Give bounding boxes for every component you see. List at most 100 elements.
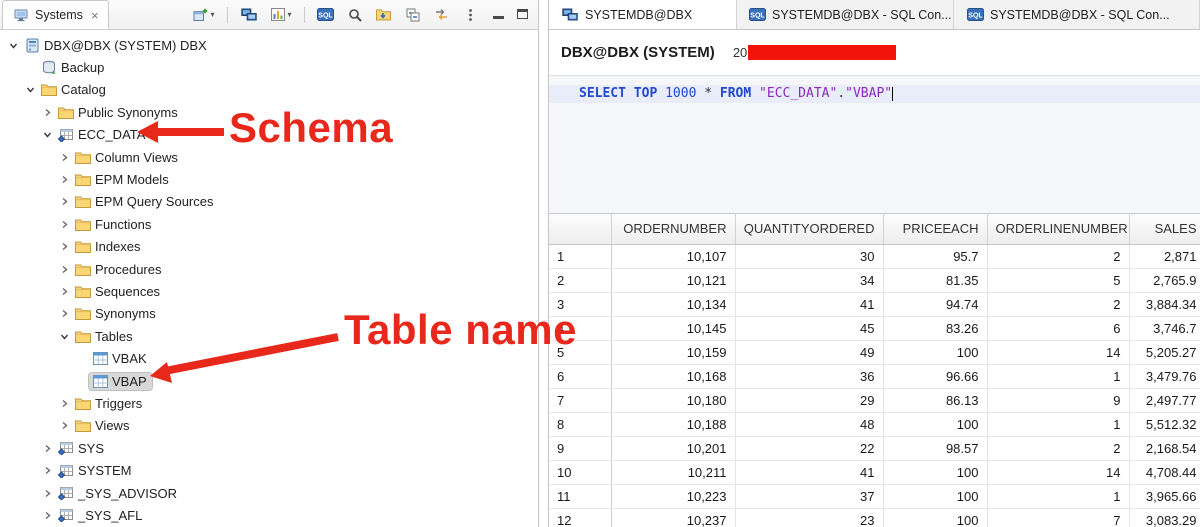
tree-item-backup[interactable]: Backup	[0, 56, 538, 78]
chevron-collapsed-icon[interactable]	[57, 309, 72, 318]
text-caret	[892, 87, 893, 101]
tree-item-public-synonyms[interactable]: Public Synonyms	[0, 101, 538, 123]
close-icon[interactable]: ×	[91, 8, 99, 23]
column-header-orderlinenumber[interactable]: ORDERLINENUMBER	[987, 214, 1129, 244]
chevron-collapsed-icon[interactable]	[57, 287, 72, 296]
tree-item-vbap[interactable]: VBAP	[0, 370, 538, 392]
import-button[interactable]	[374, 6, 394, 23]
editor-tab-1[interactable]: SYSTEMDB@DBX	[549, 0, 737, 29]
table-row[interactable]: 1210,2372310073,083.29	[549, 508, 1200, 527]
data-cell: 100	[883, 460, 987, 484]
chevron-collapsed-icon[interactable]	[40, 489, 55, 498]
tree-item-views[interactable]: Views	[0, 415, 538, 437]
tree-item-epm-query-sources[interactable]: EPM Query Sources	[0, 191, 538, 213]
editor-tab-label: SYSTEMDB@DBX - SQL Con...	[990, 8, 1170, 22]
chevron-collapsed-icon[interactable]	[57, 242, 72, 251]
chevron-collapsed-icon[interactable]	[40, 511, 55, 520]
system-monitor-button[interactable]: ▾	[268, 6, 293, 23]
minimize-button[interactable]	[493, 7, 504, 22]
link-with-editor-button[interactable]	[432, 6, 452, 23]
svg-text:SQL: SQL	[318, 13, 333, 20]
maximize-button[interactable]	[517, 7, 528, 22]
tree-item-content: Indexes	[72, 238, 146, 255]
tree-item-sys-afl[interactable]: _SYS_AFL	[0, 504, 538, 526]
editor-tab-3[interactable]: SQLSYSTEMDB@DBX - SQL Con...	[954, 0, 1200, 29]
table-row[interactable]: 1110,2233710013,965.66	[549, 484, 1200, 508]
column-header-ordernumber[interactable]: ORDERNUMBER	[611, 214, 735, 244]
data-cell: 4,708.44	[1129, 460, 1200, 484]
chevron-collapsed-icon[interactable]	[57, 153, 72, 162]
tree-item-sys[interactable]: SYS	[0, 437, 538, 459]
row-number-cell: 5	[549, 340, 611, 364]
chevron-collapsed-icon[interactable]	[57, 197, 72, 206]
table-row[interactable]: 710,1802986.1392,497.77	[549, 388, 1200, 412]
tree-item-content: VBAP	[89, 373, 152, 390]
administration-console-button[interactable]	[239, 6, 259, 24]
table-row[interactable]: 510,15949100145,205.27	[549, 340, 1200, 364]
table-row[interactable]: 110,1073095.722,871	[549, 244, 1200, 268]
tree-item-epm-models[interactable]: EPM Models	[0, 168, 538, 190]
tree-item-tables[interactable]: Tables	[0, 325, 538, 347]
table-row[interactable]: 910,2012298.5722,168.54	[549, 436, 1200, 460]
collapse-all-button[interactable]	[403, 6, 423, 24]
table-row[interactable]: 310,1344194.7423,884.34	[549, 292, 1200, 316]
data-cell: 41	[735, 292, 883, 316]
tree-item-triggers[interactable]: Triggers	[0, 392, 538, 414]
editor-panel: SYSTEMDB@DBXSQLSYSTEMDB@DBX - SQL Con...…	[548, 0, 1200, 527]
tree-item-label: Catalog	[61, 82, 106, 97]
chevron-collapsed-icon[interactable]	[40, 108, 55, 117]
tree-item-column-views[interactable]: Column Views	[0, 146, 538, 168]
column-header-quantityordered[interactable]: QUANTITYORDERED	[735, 214, 883, 244]
chevron-collapsed-icon[interactable]	[57, 265, 72, 274]
chevron-expanded-icon[interactable]	[57, 332, 72, 341]
tree-item-functions[interactable]: Functions	[0, 213, 538, 235]
view-menu-button[interactable]	[461, 6, 481, 24]
row-number-cell: 12	[549, 508, 611, 527]
table-row[interactable]: 810,1884810015,512.32	[549, 412, 1200, 436]
new-object-button[interactable]: ▾	[191, 6, 216, 24]
systems-panel-header: Systems × ▾ ▾ SQL	[0, 0, 538, 30]
row-number-header[interactable]	[549, 214, 611, 244]
tree-item-system[interactable]: SYSTEM	[0, 459, 538, 481]
chevron-expanded-icon[interactable]	[23, 85, 38, 94]
folder-icon	[74, 195, 92, 208]
tab-systems[interactable]: Systems ×	[2, 0, 109, 29]
chevron-collapsed-icon[interactable]	[57, 421, 72, 430]
chevron-expanded-icon[interactable]	[6, 41, 21, 50]
chevron-collapsed-icon[interactable]	[57, 399, 72, 408]
sql-editor[interactable]: SELECT TOP 1000 * FROM "ECC_DATA"."VBAP"	[549, 76, 1200, 213]
editor-tab-2[interactable]: SQLSYSTEMDB@DBX - SQL Con...	[737, 0, 954, 29]
folder-icon	[74, 419, 92, 432]
tree-item-procedures[interactable]: Procedures	[0, 258, 538, 280]
row-number-cell: 7	[549, 388, 611, 412]
data-cell: 10,211	[611, 460, 735, 484]
chevron-collapsed-icon[interactable]	[40, 466, 55, 475]
tree-item-vbak[interactable]: VBAK	[0, 347, 538, 369]
table-row[interactable]: 610,1683696.6613,479.76	[549, 364, 1200, 388]
tree-item-sequences[interactable]: Sequences	[0, 280, 538, 302]
sql-console-button[interactable]: SQL	[316, 6, 336, 23]
table-row[interactable]: 210,1213481.3552,765.9	[549, 268, 1200, 292]
data-cell: 3,083.29	[1129, 508, 1200, 527]
editor-tab-label: SYSTEMDB@DBX - SQL Con...	[772, 8, 952, 22]
chevron-collapsed-icon[interactable]	[57, 220, 72, 229]
tree-item-content: _SYS_AFL	[55, 507, 147, 524]
results-table: ORDERNUMBERQUANTITYORDEREDPRICEEACHORDER…	[549, 214, 1200, 527]
tree-item-sys-advisor[interactable]: _SYS_ADVISOR	[0, 482, 538, 504]
chevron-collapsed-icon[interactable]	[57, 175, 72, 184]
table-row[interactable]: 1010,21141100144,708.44	[549, 460, 1200, 484]
tree-item-catalog[interactable]: Catalog	[0, 79, 538, 101]
tree-item-synonyms[interactable]: Synonyms	[0, 303, 538, 325]
tree-item-dbx-dbx-system-dbx[interactable]: DBX@DBX (SYSTEM) DBX	[0, 34, 538, 56]
data-cell: 48	[735, 412, 883, 436]
toolbar-separator	[304, 7, 305, 23]
column-header-priceeach[interactable]: PRICEEACH	[883, 214, 987, 244]
table-row[interactable]: 410,1454583.2663,746.7	[549, 316, 1200, 340]
column-header-sales[interactable]: SALES	[1129, 214, 1200, 244]
tree-item-ecc-data[interactable]: ECC_DATA	[0, 124, 538, 146]
find-system-button[interactable]	[345, 6, 365, 24]
tree-item-indexes[interactable]: Indexes	[0, 236, 538, 258]
chevron-collapsed-icon[interactable]	[40, 444, 55, 453]
chevron-expanded-icon[interactable]	[40, 130, 55, 139]
data-cell: 2,168.54	[1129, 436, 1200, 460]
